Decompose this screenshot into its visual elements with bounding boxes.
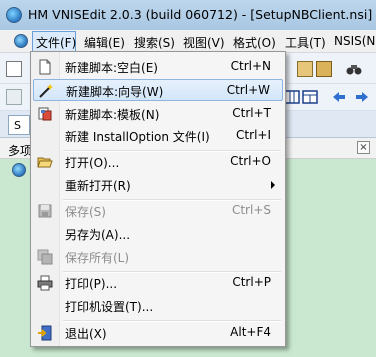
menu-item-new-blank[interactable]: 新建脚本:空白(E) Ctrl+N [33,56,283,78]
menu-item-label: 新建 InstallOption 文件(I) [65,130,210,144]
tree-node-globe-icon[interactable] [12,163,26,177]
menu-item-printer-setup[interactable]: 打印机设置(T)... [33,295,283,317]
back-arrow-icon[interactable] [331,89,347,105]
printer-icon [37,275,53,291]
clipboard-icon[interactable] [297,61,313,77]
save-all-icon [37,249,53,265]
menu-item-label: 打印机设置(T)... [65,300,154,314]
menu-item-shortcut: Ctrl+N [230,59,271,73]
window-title: HM VNISEdit 2.0.3 (build 060712) - [Setu… [28,7,373,22]
panel-title: 多项 [8,144,33,158]
menu-item-save: 保存(S) Ctrl+S [33,200,283,222]
menu-item-save-as[interactable]: 另存为(A)... [33,223,283,245]
panel-tab[interactable]: S [8,115,30,135]
open-folder-icon [37,154,53,170]
menu-item-label: 重新打开(R) [65,179,131,193]
menu-item-shortcut: Alt+F4 [230,325,271,339]
menu-item-open[interactable]: 打开(O)... Ctrl+O [33,151,283,173]
new-blank-icon [37,59,53,75]
wizard-wand-icon [38,83,54,99]
system-menu-icon[interactable] [14,34,28,48]
menu-tools[interactable]: 工具(T) [285,34,326,51]
exit-door-icon [37,325,53,341]
menu-item-shortcut: Ctrl+T [232,106,271,120]
globe-icon[interactable] [6,7,22,23]
menu-edit[interactable]: 编辑(E) [84,34,125,51]
menu-item-shortcut: Ctrl+S [231,203,271,217]
menu-item-shortcut: Ctrl+O [230,154,271,168]
menu-item-label: 新建脚本:向导(W) [66,85,164,99]
template-icon [37,106,53,122]
columns-icon[interactable] [302,89,318,105]
grid-icon[interactable] [284,89,300,105]
menu-item-print[interactable]: 打印(P)... Ctrl+P [33,272,283,294]
file-menu-dropdown: 新建脚本:空白(E) Ctrl+N 新建脚本:向导(W) Ctrl+W 新建脚本… [30,51,286,347]
menu-item-new-wizard[interactable]: 新建脚本:向导(W) Ctrl+W [33,79,283,101]
menu-file[interactable]: 文件(F) [36,34,76,51]
menu-item-label: 保存(S) [65,205,106,219]
menu-item-label: 保存所有(L) [65,251,130,265]
close-icon[interactable]: × [357,141,370,154]
menu-item-shortcut: Ctrl+W [226,83,270,97]
menu-item-reopen[interactable]: 重新打开(R) [33,174,283,196]
new-file-icon[interactable] [6,61,22,77]
forward-arrow-icon[interactable] [354,89,370,105]
menu-view[interactable]: 视图(V) [183,34,225,51]
menu-item-save-all: 保存所有(L) [33,246,283,268]
save-disk-icon [37,203,53,219]
menu-item-label: 新建脚本:空白(E) [65,61,158,75]
menu-item-label: 另存为(A)... [65,228,131,242]
paste-icon[interactable] [316,61,332,77]
menu-item-shortcut: Ctrl+I [236,128,271,142]
toolbar-icon[interactable] [6,89,22,105]
menu-item-new-installoption[interactable]: 新建 InstallOption 文件(I) Ctrl+I [33,125,283,147]
menu-item-new-template[interactable]: 新建脚本:模板(N) Ctrl+T [33,103,283,125]
binoculars-icon[interactable] [346,61,362,77]
menu-item-label: 退出(X) [65,327,107,341]
menu-format[interactable]: 格式(O) [233,34,276,51]
menu-item-label: 打印(P)... [65,277,118,291]
menu-item-label: 打开(O)... [65,156,120,170]
menu-search[interactable]: 搜索(S) [134,34,175,51]
menu-item-label: 新建脚本:模板(N) [65,108,160,122]
menu-item-exit[interactable]: 退出(X) Alt+F4 [33,322,283,344]
menu-nsis[interactable]: NSIS(N) [334,34,376,48]
menu-item-shortcut: Ctrl+P [232,275,271,289]
submenu-arrow-icon [271,181,275,189]
